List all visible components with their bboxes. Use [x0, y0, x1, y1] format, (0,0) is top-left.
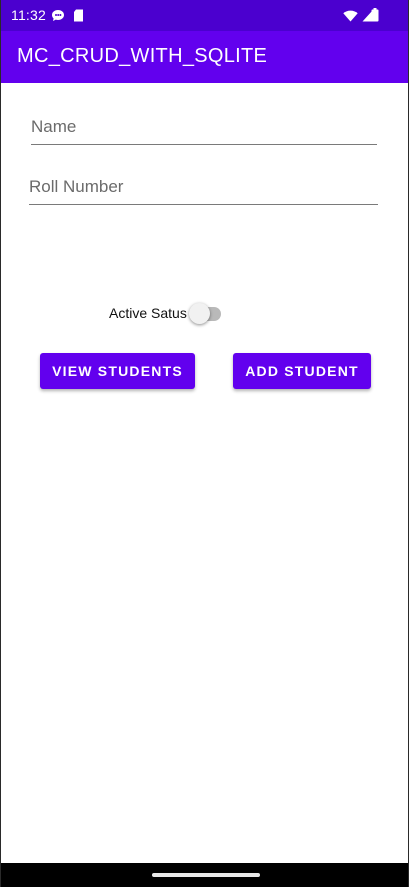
name-field[interactable]	[31, 111, 377, 145]
battery-icon	[371, 8, 379, 27]
add-student-button[interactable]: ADD STUDENT	[233, 353, 371, 389]
view-students-button[interactable]: VIEW STUDENTS	[40, 353, 195, 389]
roll-number-input[interactable]	[29, 171, 378, 203]
active-status-label: Active Satus	[109, 305, 187, 321]
wifi-icon	[343, 9, 358, 27]
name-input[interactable]	[31, 111, 377, 143]
navigation-bar	[1, 863, 408, 887]
status-time: 11:32	[11, 7, 46, 23]
active-status-row: Active Satus	[109, 300, 239, 328]
active-status-switch-thumb[interactable]	[189, 303, 210, 324]
home-gesture-handle[interactable]	[152, 873, 260, 877]
sd-card-icon	[73, 9, 84, 27]
app-bar: MC_CRUD_WITH_SQLITE	[1, 31, 408, 83]
app-title: MC_CRUD_WITH_SQLITE	[17, 45, 268, 67]
chat-notification-icon	[51, 9, 65, 27]
status-bar: 11:32	[1, 0, 408, 31]
app-screen: 11:32 MC_CRUD_WITH_SQLITE Name Roll Numb…	[0, 0, 409, 887]
roll-number-field[interactable]	[29, 171, 378, 205]
